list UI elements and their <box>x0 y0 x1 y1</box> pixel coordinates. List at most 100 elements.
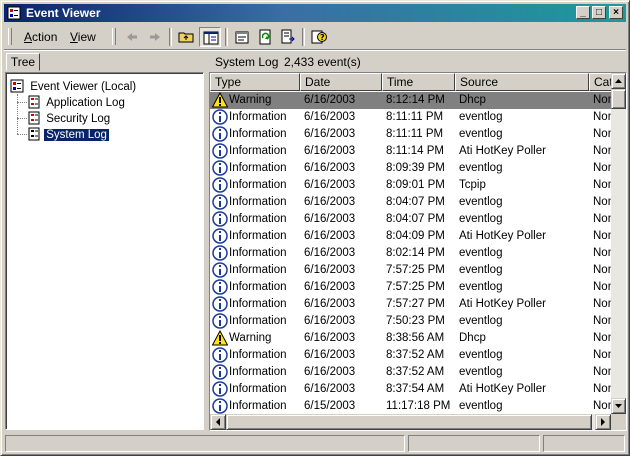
table-row[interactable]: Information 6/16/2003 8:04:07 PM eventlog No… <box>210 194 613 211</box>
tree-root-event-viewer[interactable]: Event Viewer (Local) <box>10 79 138 93</box>
svg-text:?: ? <box>320 33 325 42</box>
cell-date: 6/15/2003 <box>304 400 356 412</box>
menu-view-label: View <box>70 30 96 44</box>
toolbar-grip[interactable] <box>8 28 12 45</box>
information-icon <box>212 211 228 227</box>
cell-category: None <box>593 349 613 361</box>
table-row[interactable]: Information 6/16/2003 8:04:09 PM Ati HotKey… <box>210 228 613 245</box>
cell-time: 8:11:11 PM <box>386 128 444 140</box>
table-row[interactable]: Information 6/15/2003 11:17:18 PM eventlog N… <box>210 398 613 415</box>
cell-date: 6/16/2003 <box>304 179 356 191</box>
cell-type: Information <box>229 162 287 174</box>
scroll-thumb[interactable] <box>611 89 626 109</box>
cell-time: 8:04:09 PM <box>386 230 445 242</box>
show-hide-tree-button[interactable] <box>199 27 221 47</box>
table-row[interactable]: Information 6/16/2003 8:37:52 AM eventlog No… <box>210 364 613 381</box>
vertical-scrollbar[interactable] <box>611 73 626 414</box>
cell-time: 8:04:07 PM <box>386 196 445 208</box>
information-icon <box>212 398 228 414</box>
scroll-down-button[interactable] <box>611 398 626 414</box>
arrow-right-icon <box>601 418 605 426</box>
horizontal-scrollbar[interactable] <box>210 414 611 430</box>
column-header-type[interactable]: Type <box>210 73 300 91</box>
status-bar <box>4 434 626 453</box>
refresh-button[interactable] <box>254 27 276 47</box>
table-row[interactable]: Warning 6/16/2003 8:12:14 PM Dhcp None <box>210 92 613 109</box>
tree-line <box>17 102 27 103</box>
cell-date: 6/16/2003 <box>304 264 356 276</box>
scroll-up-button[interactable] <box>611 73 626 89</box>
tree-item-application-log[interactable]: Application Log <box>27 95 127 109</box>
tree-item-security-log[interactable]: Security Log <box>27 111 112 125</box>
up-folder-icon <box>178 32 194 43</box>
table-row[interactable]: Information 6/16/2003 7:57:25 PM eventlog No… <box>210 262 613 279</box>
properties-button[interactable] <box>231 27 253 47</box>
table-row[interactable]: Information 6/16/2003 8:37:52 AM eventlog No… <box>210 347 613 364</box>
log-book-icon <box>28 95 40 109</box>
menu-action[interactable]: Action <box>24 30 57 44</box>
table-row[interactable]: Information 6/16/2003 8:11:11 PM eventlog No… <box>210 109 613 126</box>
table-row[interactable]: Warning 6/16/2003 8:38:56 AM Dhcp None <box>210 330 613 347</box>
cell-category: None <box>593 366 613 378</box>
column-header-time[interactable]: Time <box>382 73 455 91</box>
title-bar[interactable]: Event Viewer _ □ × <box>4 4 626 22</box>
forward-button[interactable] <box>144 27 166 47</box>
cell-date: 6/16/2003 <box>304 383 356 395</box>
cell-source: eventlog <box>459 196 503 208</box>
table-row[interactable]: Information 6/16/2003 8:37:54 AM Ati HotKey… <box>210 381 613 398</box>
table-row[interactable]: Information 6/16/2003 8:09:39 PM eventlog No… <box>210 160 613 177</box>
up-one-level-button[interactable] <box>175 27 197 47</box>
cell-type: Information <box>229 196 287 208</box>
close-button[interactable]: × <box>609 6 623 19</box>
cell-source: eventlog <box>459 400 503 412</box>
pane-splitter[interactable] <box>204 53 208 431</box>
table-row[interactable]: Information 6/16/2003 8:11:14 PM Ati HotKey… <box>210 143 613 160</box>
column-header-source[interactable]: Source <box>455 73 589 91</box>
cell-type: Warning <box>229 332 272 344</box>
cell-type: Information <box>229 298 287 310</box>
table-row[interactable]: Information 6/16/2003 7:57:25 PM eventlog No… <box>210 279 613 296</box>
show-hide-tree-icon <box>203 31 219 45</box>
tab-tree[interactable]: Tree <box>6 53 40 71</box>
cell-source: Ati HotKey Poller <box>459 298 546 310</box>
cell-category: None <box>593 247 613 259</box>
cell-type: Information <box>229 264 287 276</box>
toolbar-separator-3 <box>302 28 305 46</box>
tree-item-system-log[interactable]: System Log <box>27 127 110 142</box>
table-row[interactable]: Information 6/16/2003 7:57:27 PM Ati HotKey… <box>210 296 613 313</box>
scroll-corner <box>611 414 626 430</box>
event-viewer-icon <box>10 79 24 93</box>
minimize-icon: _ <box>580 7 586 18</box>
cell-category: None <box>593 264 613 276</box>
scroll-left-button[interactable] <box>210 414 226 430</box>
help-button[interactable]: ? <box>308 27 330 47</box>
minimize-button[interactable]: _ <box>576 6 590 19</box>
cell-source: eventlog <box>459 111 503 123</box>
table-row[interactable]: Information 6/16/2003 8:11:11 PM eventlog No… <box>210 126 613 143</box>
cell-date: 6/16/2003 <box>304 332 356 344</box>
information-icon <box>212 347 228 363</box>
cell-source: eventlog <box>459 264 503 276</box>
cell-date: 6/16/2003 <box>304 349 356 361</box>
toolbar-grip-2[interactable] <box>112 28 116 45</box>
scroll-right-button[interactable] <box>595 414 611 430</box>
table-row[interactable]: Information 6/16/2003 7:50:23 PM eventlog No… <box>210 313 613 330</box>
cell-category: None <box>593 128 613 140</box>
cell-category: None <box>593 298 613 310</box>
cell-type: Information <box>229 400 287 412</box>
maximize-button[interactable]: □ <box>592 6 606 19</box>
cell-category: None <box>593 332 613 344</box>
menu-view[interactable]: View <box>70 30 96 44</box>
cell-time: 8:09:39 PM <box>386 162 445 174</box>
cell-date: 6/16/2003 <box>304 281 356 293</box>
table-row[interactable]: Information 6/16/2003 8:02:14 PM eventlog No… <box>210 245 613 262</box>
cell-type: Information <box>229 230 287 242</box>
table-row[interactable]: Information 6/16/2003 8:09:01 PM Tcpip None <box>210 177 613 194</box>
table-row[interactable]: Information 6/16/2003 8:04:07 PM eventlog No… <box>210 211 613 228</box>
arrow-down-icon <box>615 404 622 408</box>
hscroll-thumb[interactable] <box>226 414 592 430</box>
cell-source: eventlog <box>459 315 503 327</box>
export-list-button[interactable] <box>277 27 299 47</box>
column-header-date[interactable]: Date <box>300 73 382 91</box>
back-button[interactable] <box>121 27 143 47</box>
